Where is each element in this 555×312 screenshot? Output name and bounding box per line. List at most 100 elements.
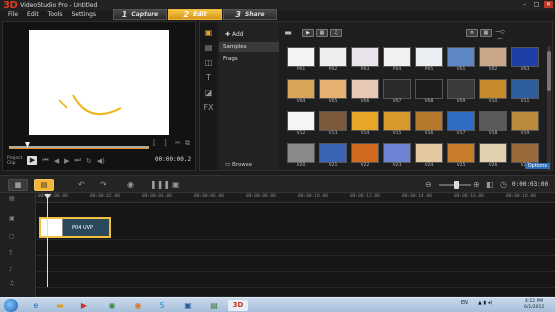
voice-track[interactable] xyxy=(36,272,555,288)
explorer-icon[interactable]: ▬ xyxy=(50,300,70,311)
zoom-in-icon[interactable]: ⊕ xyxy=(473,180,480,189)
library-item[interactable]: V15 xyxy=(383,111,411,140)
undo-icon[interactable]: ↶ xyxy=(78,180,85,189)
volume-icon[interactable]: ◀) xyxy=(97,157,105,165)
thumbnail-view-icon[interactable]: ▦ xyxy=(480,29,492,37)
next-frame-icon[interactable]: ▶ xyxy=(64,157,69,165)
overlay-track[interactable] xyxy=(36,240,555,256)
menu-settings[interactable]: Settings xyxy=(71,11,96,18)
title-icon[interactable]: T xyxy=(203,74,214,82)
language-indicator[interactable]: EN xyxy=(461,300,468,306)
library-item[interactable]: V10 xyxy=(479,79,507,108)
library-item[interactable]: V08 xyxy=(415,79,443,108)
graphic-icon[interactable]: ◪ xyxy=(203,89,214,97)
maximize-button[interactable]: □ xyxy=(532,1,541,8)
title-track[interactable] xyxy=(36,256,555,272)
track-manager-icon[interactable]: ▤ xyxy=(9,195,15,202)
home-icon[interactable]: ⏮ xyxy=(42,156,48,165)
library-item[interactable]: V12 xyxy=(287,111,315,140)
fit-project-icon[interactable]: ◧ xyxy=(486,180,494,189)
library-item[interactable]: P02 xyxy=(319,47,347,76)
time-ruler[interactable]: 00:00:00.00 00:00:02.00 00:00:04.00 00:00:0… xyxy=(36,193,555,203)
library-item[interactable]: V09 xyxy=(447,79,475,108)
voice-track-icon[interactable]: ♪ xyxy=(9,266,13,273)
skype-icon[interactable]: S xyxy=(152,300,172,311)
start-button[interactable] xyxy=(4,299,18,312)
ie-icon[interactable]: e xyxy=(26,300,46,311)
zoom-slider-knob[interactable] xyxy=(454,181,459,189)
minimize-button[interactable]: – xyxy=(520,1,529,8)
library-item[interactable]: V26 xyxy=(479,143,507,172)
library-item[interactable]: V11 xyxy=(511,79,539,108)
library-item[interactable]: V21 xyxy=(319,143,347,172)
add-folder-button[interactable]: ✚ Add xyxy=(219,22,279,38)
videostudio-taskbar-icon[interactable]: 3D xyxy=(228,300,248,311)
filter-icon[interactable]: FX xyxy=(203,104,214,112)
media-player-icon[interactable]: ▶ xyxy=(74,300,94,311)
browse-button[interactable]: ▭ Browse xyxy=(225,162,252,168)
library-item[interactable]: V04 xyxy=(287,79,315,108)
timeline-view-button[interactable]: ▤ xyxy=(34,179,54,191)
library-item[interactable]: P03 xyxy=(351,47,379,76)
previous-frame-icon[interactable]: ◀ xyxy=(54,157,59,165)
timeline-clip[interactable]: P04 UVP xyxy=(39,217,111,238)
library-item[interactable]: V01 xyxy=(447,47,475,76)
timecode-display[interactable]: 00:00:00.2 xyxy=(155,156,191,163)
overlay-track-icon[interactable]: ▢ xyxy=(9,233,15,240)
folder-samples[interactable]: Samples xyxy=(219,42,279,52)
list-view-icon[interactable]: ≡ xyxy=(466,29,478,37)
auto-music-icon[interactable]: ▣ xyxy=(172,180,180,189)
play-button[interactable]: ▶ xyxy=(27,156,38,165)
folder-frags[interactable]: Frags xyxy=(219,54,279,64)
library-item[interactable]: P01 xyxy=(287,47,315,76)
app-icon[interactable]: ▣ xyxy=(178,300,198,311)
sound-mixer-icon[interactable]: ❚❚❚ xyxy=(150,180,170,189)
menu-tools[interactable]: Tools xyxy=(48,11,63,18)
video-track[interactable] xyxy=(36,213,555,240)
instant-project-icon[interactable]: ▤ xyxy=(203,44,214,52)
library-item[interactable]: V03 xyxy=(511,47,539,76)
show-videos-icon[interactable]: ▶ xyxy=(302,29,314,37)
end-icon[interactable]: ⏭ xyxy=(75,156,81,165)
record-capture-icon[interactable]: ◉ xyxy=(127,180,134,189)
tab-share[interactable]: 3 Share xyxy=(223,9,277,20)
library-item[interactable]: V24 xyxy=(415,143,443,172)
library-item[interactable]: V02 xyxy=(479,47,507,76)
thumbnail-size-slider[interactable]: —○— xyxy=(494,29,506,42)
close-button[interactable]: ✕ xyxy=(544,1,553,8)
tab-capture[interactable]: 1 Capture xyxy=(113,9,167,20)
repeat-icon[interactable]: ↻ xyxy=(86,157,92,165)
storyboard-view-button[interactable]: ▦ xyxy=(8,179,28,191)
zoom-out-icon[interactable]: ⊖ xyxy=(425,180,432,189)
library-item[interactable]: V18 xyxy=(479,111,507,140)
library-item[interactable]: V23 xyxy=(383,143,411,172)
options-button[interactable]: Options xyxy=(524,163,550,169)
import-folder-icon[interactable]: ▬ xyxy=(282,29,294,37)
playhead[interactable] xyxy=(47,195,48,287)
library-item[interactable]: V06 xyxy=(351,79,379,108)
library-item[interactable]: V16 xyxy=(415,111,443,140)
mark-in-button[interactable]: [ xyxy=(153,139,156,147)
library-scroll-thumb[interactable] xyxy=(547,51,551,91)
library-item[interactable]: V07 xyxy=(383,79,411,108)
system-clock[interactable]: 4:22 PM 6/1/2012 xyxy=(524,299,544,311)
show-photos-icon[interactable]: ▦ xyxy=(316,29,328,37)
library-scrollbar[interactable] xyxy=(547,46,551,170)
music-track-icon[interactable]: ♫ xyxy=(9,280,14,287)
mark-out-button[interactable]: ] xyxy=(164,139,167,147)
library-item[interactable]: V20 xyxy=(287,143,315,172)
show-audio-icon[interactable]: ♫ xyxy=(330,29,342,37)
music-track[interactable] xyxy=(36,288,555,297)
title-track-icon[interactable]: T xyxy=(9,250,13,257)
split-icon[interactable]: ✂ xyxy=(175,139,181,147)
tray-icons[interactable]: ▲ ▮ ◂) xyxy=(478,300,492,306)
media-icon[interactable]: ▣ xyxy=(203,29,214,37)
library-item[interactable]: V17 xyxy=(447,111,475,140)
library-item[interactable]: V22 xyxy=(351,143,379,172)
redo-icon[interactable]: ↷ xyxy=(100,180,107,189)
library-item[interactable]: V14 xyxy=(351,111,379,140)
menu-edit[interactable]: Edit xyxy=(27,11,39,18)
library-item[interactable]: V19 xyxy=(511,111,539,140)
chrome-icon[interactable]: ◉ xyxy=(102,300,122,311)
menu-file[interactable]: File xyxy=(8,11,18,18)
